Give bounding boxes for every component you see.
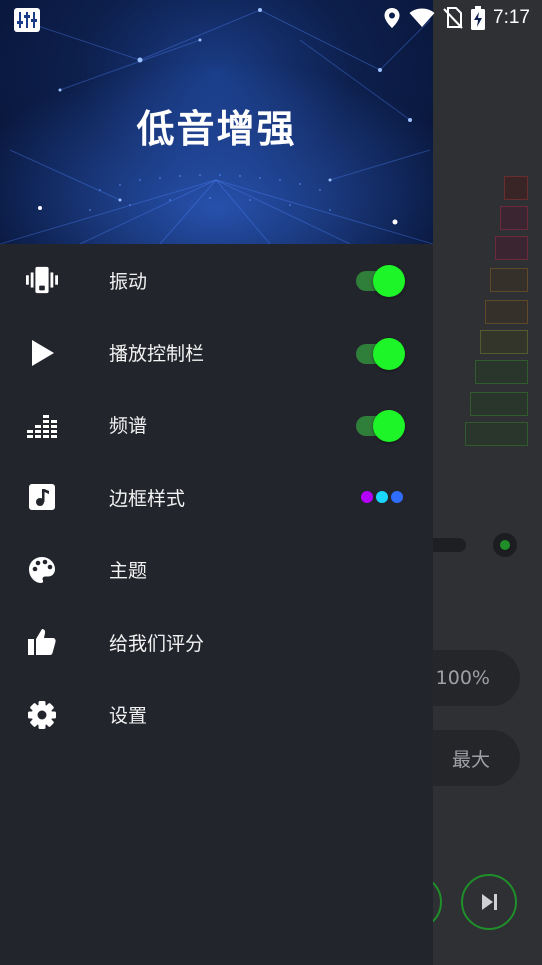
spectrum-icon — [26, 409, 58, 441]
palette-icon — [26, 554, 58, 586]
skip-next-icon — [482, 894, 497, 910]
menu-item-label: 主题 — [109, 560, 148, 583]
menu-item-theme[interactable]: 主题 — [0, 534, 433, 606]
thumbs-up-icon — [26, 626, 58, 658]
menu-item-label: 边框样式 — [109, 487, 186, 510]
wifi-icon — [409, 8, 435, 27]
battery-charging-icon — [471, 6, 486, 30]
drawer-menu: 振动 播放控制栏 频谱 边框样式 主题 给我们评分 设置 — [0, 244, 433, 751]
background-indicator — [493, 533, 517, 557]
playback-bar-toggle[interactable] — [356, 337, 406, 370]
music-note-icon — [26, 481, 58, 513]
status-bar: 7:17 — [0, 0, 542, 40]
background-volume-label: 100% — [435, 667, 490, 689]
status-time: 7:17 — [493, 7, 530, 28]
vibration-toggle[interactable] — [356, 264, 406, 298]
menu-item-rate-us[interactable]: 给我们评分 — [0, 606, 433, 678]
menu-item-label: 设置 — [109, 705, 148, 728]
navigation-drawer: 低音增强 振动 播放控制栏 频谱 边框样式 主题 给我们评分 设置 — [0, 0, 433, 965]
gear-icon — [26, 699, 58, 731]
no-sim-icon — [443, 7, 463, 29]
menu-item-label: 播放控制栏 — [109, 343, 205, 366]
location-icon — [384, 8, 400, 28]
menu-item-border-style[interactable]: 边框样式 — [0, 461, 433, 533]
background-next-button — [461, 874, 517, 930]
background-max-label: 最大 — [451, 748, 490, 771]
color-dot-purple — [361, 491, 373, 504]
menu-item-label: 频谱 — [109, 415, 148, 438]
vibration-icon — [26, 264, 58, 296]
spectrum-toggle[interactable] — [356, 409, 406, 442]
equalizer-icon — [14, 8, 40, 32]
menu-item-settings[interactable]: 设置 — [0, 678, 433, 750]
menu-item-label: 振动 — [109, 270, 148, 293]
drawer-title: 低音增强 — [136, 107, 297, 151]
color-dot-cyan — [376, 491, 388, 504]
menu-item-label: 给我们评分 — [109, 632, 205, 655]
border-color-dots[interactable] — [361, 491, 403, 504]
menu-item-playback-bar[interactable]: 播放控制栏 — [0, 316, 433, 388]
color-dot-blue — [391, 491, 403, 504]
play-icon — [26, 337, 58, 369]
menu-item-vibration[interactable]: 振动 — [0, 244, 433, 316]
menu-item-spectrum[interactable]: 频谱 — [0, 389, 433, 461]
